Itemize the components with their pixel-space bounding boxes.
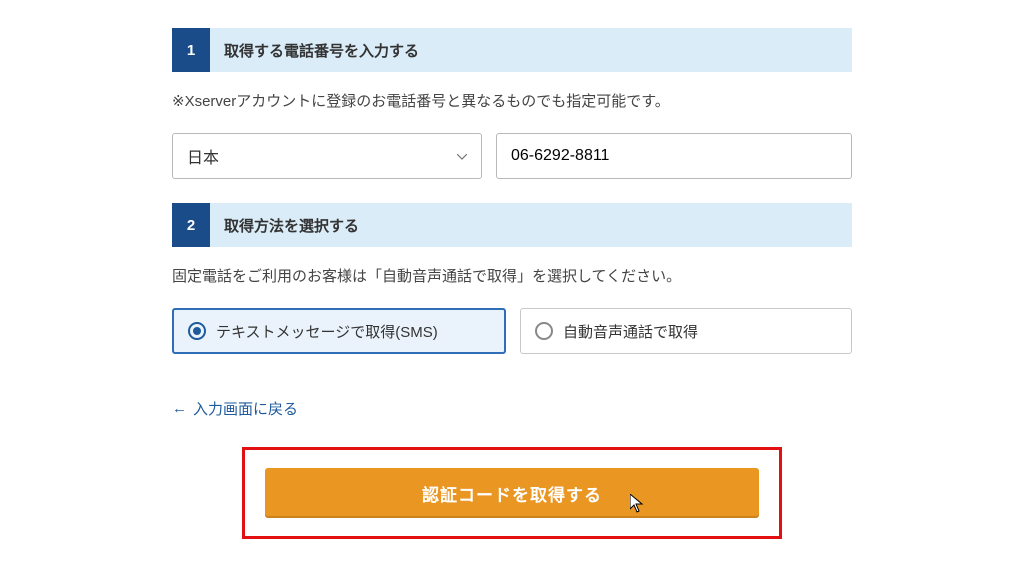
back-link[interactable]: ← 入力画面に戻る	[172, 398, 298, 419]
step2-number: 2	[172, 203, 210, 247]
cursor-icon	[630, 494, 646, 519]
step1-header: 1 取得する電話番号を入力する	[172, 28, 852, 72]
radio-icon	[535, 322, 553, 340]
radio-sms-label: テキストメッセージで取得(SMS)	[216, 321, 438, 342]
method-row: テキストメッセージで取得(SMS) 自動音声通話で取得	[172, 308, 852, 354]
radio-icon	[188, 322, 206, 340]
step1-title: 取得する電話番号を入力する	[210, 40, 419, 61]
radio-voice-label: 自動音声通話で取得	[563, 321, 698, 342]
step1-number: 1	[172, 28, 210, 72]
arrow-left-icon: ←	[172, 400, 187, 417]
phone-input[interactable]	[496, 133, 852, 179]
submit-highlight-box: 認証コードを取得する	[242, 447, 782, 539]
radio-voice[interactable]: 自動音声通話で取得	[520, 308, 852, 354]
step2-note: 固定電話をご利用のお客様は「自動音声通話で取得」を選択してください。	[172, 265, 852, 286]
chevron-down-icon	[457, 147, 467, 165]
country-select[interactable]: 日本	[172, 133, 482, 179]
submit-button-label: 認証コードを取得する	[422, 486, 602, 505]
phone-row: 日本	[172, 133, 852, 179]
form-container: 1 取得する電話番号を入力する ※Xserverアカウントに登録のお電話番号と異…	[172, 0, 852, 539]
step1-note: ※Xserverアカウントに登録のお電話番号と異なるものでも指定可能です。	[172, 90, 852, 111]
back-link-label: 入力画面に戻る	[193, 398, 298, 419]
radio-sms[interactable]: テキストメッセージで取得(SMS)	[172, 308, 506, 354]
step2-title: 取得方法を選択する	[210, 215, 359, 236]
step2-header: 2 取得方法を選択する	[172, 203, 852, 247]
submit-button[interactable]: 認証コードを取得する	[265, 468, 759, 518]
country-value: 日本	[187, 144, 219, 168]
